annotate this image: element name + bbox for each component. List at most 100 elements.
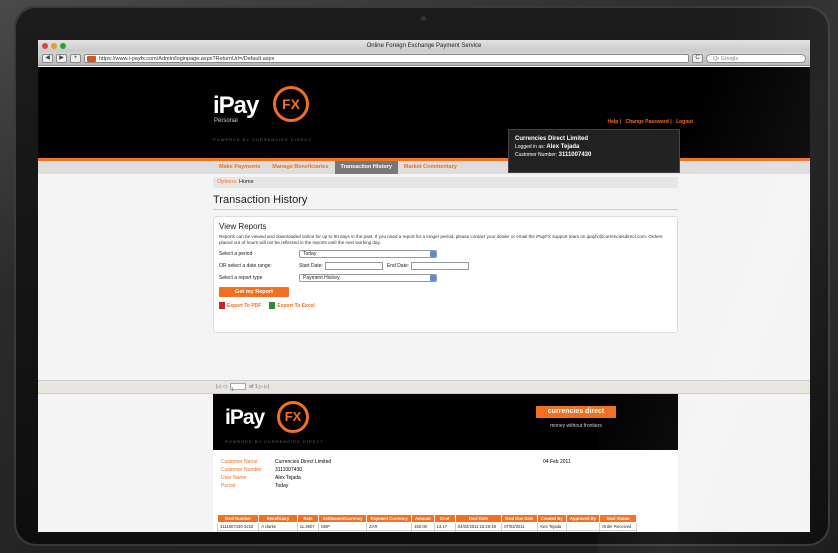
report-banner: iPay FX POWERED BY CURRENCIES DIRECT cur… xyxy=(213,394,678,450)
column-header: SettlementCurrency xyxy=(318,514,368,523)
page-number-input[interactable]: 1 xyxy=(229,383,246,394)
web-page: iPay FX Personal POWERED BY CURRENCIES D… xyxy=(38,67,810,532)
get-report-button[interactable]: Get my Report xyxy=(219,287,289,297)
column-header: Deal Date xyxy=(454,514,503,523)
pdf-icon xyxy=(219,302,225,309)
table-cell: Alex Tejada xyxy=(536,522,567,531)
help-link[interactable]: Help xyxy=(607,119,618,125)
tab-market-commentary[interactable]: Market Commentary xyxy=(398,161,463,174)
logged-in-label: Logged in as: xyxy=(515,144,546,150)
brand-tagline: money without frontiers xyxy=(550,423,602,429)
customer-name: Currencies Direct Limited xyxy=(275,459,332,465)
export-pdf-label: Export To PDF xyxy=(227,302,262,309)
header-links: Help | Change Password | Logout xyxy=(607,119,693,125)
main-nav: Make Payments Manage Beneficiaries Trans… xyxy=(38,158,810,174)
search-input[interactable]: Q• Google xyxy=(706,54,806,63)
table-cell: 13.17 xyxy=(433,522,456,531)
page-title: Transaction History xyxy=(213,194,678,210)
table-cell: Order Received xyxy=(599,530,637,532)
main-content: Options: Home Transaction History View R… xyxy=(213,177,678,333)
user-name: Alex Tejada xyxy=(275,475,301,481)
tab-make-payments[interactable]: Make Payments xyxy=(213,161,266,174)
breadcrumb-home-link[interactable]: Home xyxy=(239,179,254,185)
site-header: iPay FX Personal POWERED BY CURRENCIES D… xyxy=(38,67,810,173)
report-meta: Customer Name Currencies Direct Limited C… xyxy=(213,450,678,490)
report-customer-number: 3111007430 xyxy=(275,467,303,473)
breadcrumb: Options: Home xyxy=(213,177,678,188)
column-header: Approved By xyxy=(565,514,601,523)
forward-icon[interactable]: ▶ xyxy=(56,54,67,63)
table-cell: AUD xyxy=(318,530,368,532)
logout-link[interactable]: Logout xyxy=(676,119,693,125)
column-header: Deal Status xyxy=(599,514,637,523)
ipay-logo[interactable]: iPay FX Personal POWERED BY CURRENCIES D… xyxy=(213,86,311,142)
logo-fx-icon: FX xyxy=(273,86,309,122)
column-header: Beneficiary xyxy=(258,514,298,523)
logo-subtitle: Personal xyxy=(214,118,238,124)
table-body: 3111007430-3210 A clarke 11.3607 GBP ZAR 150.… xyxy=(216,522,637,532)
user-info-box: Currencies Direct Limited Logged in as: … xyxy=(508,129,680,173)
close-window-button[interactable] xyxy=(42,43,48,49)
tab-transaction-history[interactable]: Transaction History xyxy=(334,161,398,174)
table-header-row: Deal Number Beneficiary Rate SettlementCurr… xyxy=(216,514,637,523)
logged-in-user: Alex Tejada xyxy=(546,144,580,150)
table-cell: Not Selected Yet xyxy=(258,530,298,532)
report-pager: |◁ ◁ 1 of 1 ▷ ▷| xyxy=(38,380,810,394)
period-select[interactable]: Today xyxy=(299,250,437,258)
address-bar[interactable]: https://www.i-payfx.com/Admin/loginpage.… xyxy=(84,54,689,63)
report-type-row: Select a report type Payment History xyxy=(219,274,672,282)
reload-icon[interactable]: C xyxy=(692,54,703,63)
tab-manage-beneficiaries[interactable]: Manage Beneficiaries xyxy=(266,161,334,174)
report-view: iPay FX POWERED BY CURRENCIES DIRECT cur… xyxy=(213,394,678,532)
table-cell: 3111007430-3211 xyxy=(216,530,260,532)
add-bookmark-icon[interactable]: + xyxy=(70,54,81,63)
breadcrumb-label: Options: xyxy=(217,179,238,185)
table-cell: 150.00 xyxy=(411,522,435,531)
currencies-direct-logo: currencies direct xyxy=(536,406,616,418)
report-customer-number-label: Customer Number xyxy=(221,467,262,473)
date-range-row: OR select a date range: Start Date: End … xyxy=(219,262,672,270)
end-date-input[interactable] xyxy=(411,262,470,270)
export-links: Export To PDF Export To Excel xyxy=(219,302,672,309)
report-type-select[interactable]: Payment History xyxy=(299,274,437,282)
view-reports-panel: View Reports Reports can be viewed and d… xyxy=(213,216,678,333)
table-cell: 07/02/2011 xyxy=(501,530,538,532)
export-pdf-link[interactable]: Export To PDF xyxy=(219,302,261,309)
start-date-input[interactable] xyxy=(324,262,383,270)
browser-titlebar: Online Foreign Exchange Payment Service xyxy=(38,40,810,52)
screen: Online Foreign Exchange Payment Service … xyxy=(38,40,810,532)
page-count: of 1 xyxy=(249,384,258,390)
last-page-icon[interactable]: ▷| xyxy=(264,384,269,390)
table-cell: Alex Tejada xyxy=(536,530,567,532)
column-header: Rate xyxy=(296,514,320,523)
report-powered-by: POWERED BY CURRENCIES DIRECT xyxy=(225,439,324,444)
column-header: Payment Currency xyxy=(366,514,413,523)
prev-page-icon[interactable]: ◁ xyxy=(223,384,227,390)
table-cell: 04/02/2011 15:26:48 xyxy=(454,522,503,531)
table-cell: 1132.48 xyxy=(433,530,456,532)
change-password-link[interactable]: Change Password xyxy=(626,119,669,125)
back-icon[interactable]: ◀ xyxy=(42,54,53,63)
next-page-icon[interactable]: ▷ xyxy=(259,384,263,390)
table-cell: 07/02/2011 xyxy=(501,522,538,531)
export-excel-label: Export To Excel xyxy=(277,302,315,309)
table-cell: GBP xyxy=(318,522,368,531)
customer-name-label: Customer Name xyxy=(221,459,258,465)
minimize-window-button[interactable] xyxy=(51,43,57,49)
description-line-1: Reports can be viewed and downloaded onl… xyxy=(219,234,580,239)
table-cell: 0.8809 xyxy=(296,530,320,532)
monitor-bezel: Online Foreign Exchange Payment Service … xyxy=(14,6,830,546)
report-ipay-logo: iPay FX POWERED BY CURRENCIES DIRECT xyxy=(225,401,323,444)
table-cell: Order Received xyxy=(599,522,637,531)
first-page-icon[interactable]: |◁ xyxy=(216,384,221,390)
table-row: 3111007430-3211Not Selected Yet0.8809AUD… xyxy=(216,530,637,532)
photo-scene: Online Foreign Exchange Payment Service … xyxy=(0,0,838,553)
table-cell: 1000.00 xyxy=(411,530,435,532)
view-reports-title: View Reports xyxy=(219,222,267,231)
zoom-window-button[interactable] xyxy=(60,43,66,49)
export-excel-link[interactable]: Export To Excel xyxy=(269,302,315,309)
transactions-table: Deal Number Beneficiary Rate SettlementCurr… xyxy=(216,514,637,532)
table-cell: A clarke xyxy=(258,522,298,531)
table-cell xyxy=(565,522,601,531)
page-number: 1 xyxy=(230,387,234,394)
